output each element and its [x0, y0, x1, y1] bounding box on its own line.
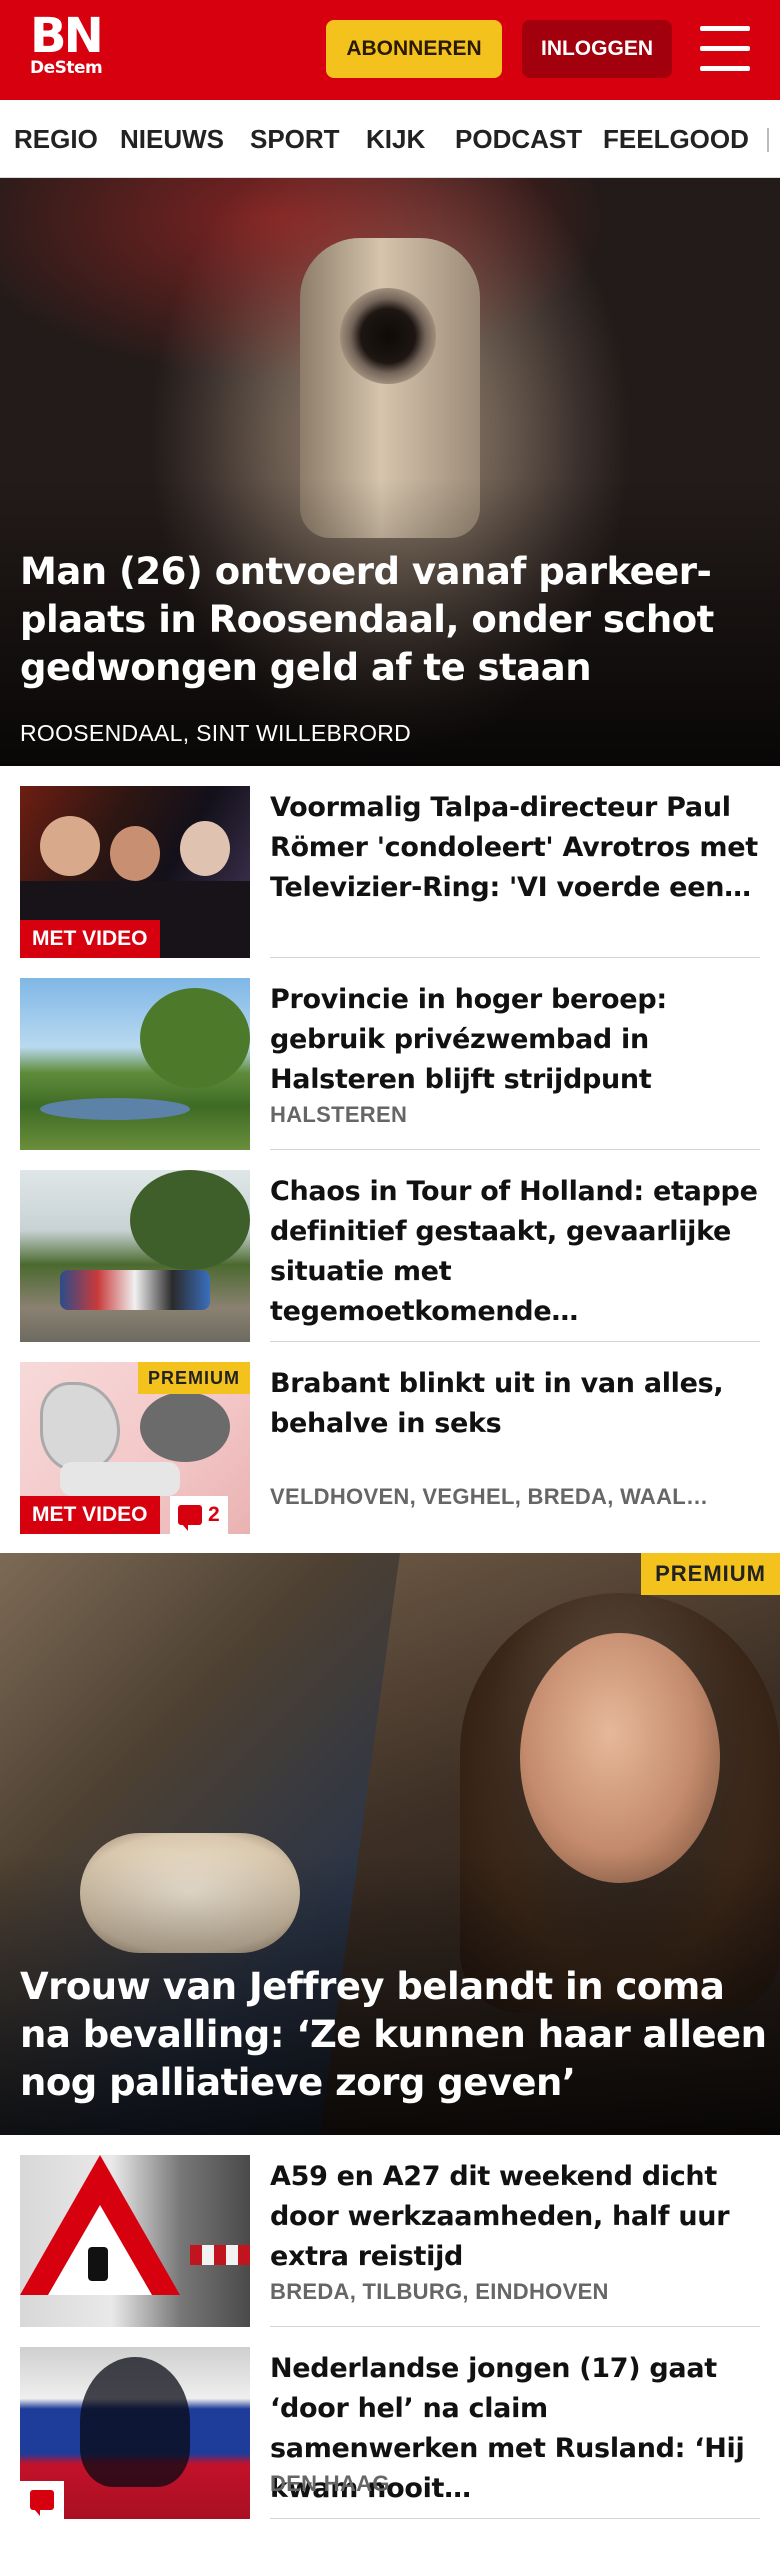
- list-item[interactable]: A59 en A27 dit weekend dicht door werkza…: [0, 2135, 780, 2327]
- video-badge: MET VIDEO: [20, 920, 160, 958]
- list-item[interactable]: MET VIDEO Voormalig Talpa-directeur Paul…: [0, 766, 780, 958]
- article-thumbnail[interactable]: PREMIUM MET VIDEO 2: [20, 1362, 250, 1534]
- hero-article[interactable]: Man (26) ontvoerd vanaf parkeer­plaats i…: [0, 178, 780, 766]
- nav-item-regio[interactable]: REGIO: [14, 124, 98, 155]
- article-location: BREDA, TILBURG, EINDHOVEN: [270, 2279, 609, 2304]
- premium-badge: PREMIUM: [641, 1553, 780, 1595]
- comments-badge[interactable]: 2: [170, 1496, 228, 1534]
- list-item[interactable]: Chaos in Tour of Holland: etappe definit…: [0, 1150, 780, 1342]
- article-title[interactable]: Provincie in hoger beroep: gebruik privé…: [270, 980, 760, 1100]
- hero-location: ROOSENDAAL, SINT WILLEBRORD: [20, 720, 412, 746]
- login-button[interactable]: INLOGGEN: [522, 20, 672, 78]
- nav-item-feelgood[interactable]: FEELGOOD: [603, 124, 749, 155]
- feature-article[interactable]: PREMIUM Vrouw van Jeffrey belandt in com…: [0, 1553, 780, 2135]
- nav-overflow-indicator: [767, 128, 769, 152]
- article-title[interactable]: A59 en A27 dit weekend dicht door werkza…: [270, 2157, 760, 2277]
- article-thumbnail[interactable]: [20, 2347, 250, 2519]
- logo-main-text: BN: [30, 8, 104, 64]
- comment-icon: [30, 2490, 54, 2516]
- nav-item-nieuws[interactable]: NIEUWS: [120, 124, 224, 155]
- subscribe-button[interactable]: ABONNEREN: [326, 20, 502, 78]
- article-thumbnail[interactable]: MET VIDEO: [20, 786, 250, 958]
- nav-item-kijk[interactable]: KIJK: [366, 124, 425, 155]
- divider: [270, 2518, 760, 2519]
- hero-title[interactable]: Man (26) ontvoerd vanaf parkeer­plaats i…: [20, 548, 720, 692]
- comments-badge[interactable]: [20, 2481, 64, 2519]
- nav-item-sport[interactable]: SPORT: [250, 124, 340, 155]
- article-thumbnail[interactable]: [20, 1170, 250, 1342]
- section-nav: REGIO NIEUWS SPORT KIJK PODCAST FEELGOOD: [0, 100, 780, 178]
- video-badge: MET VIDEO: [20, 1496, 160, 1534]
- article-location: DEN HAAG: [270, 2471, 390, 2496]
- article-location: VELDHOVEN, VEGHEL, BREDA, WAAL…: [270, 1484, 709, 1509]
- premium-badge: PREMIUM: [138, 1362, 250, 1394]
- list-item[interactable]: Nederlandse jongen (17) gaat ‘door hel’ …: [0, 2327, 780, 2519]
- site-header: BN DeStem ABONNEREN INLOGGEN: [0, 0, 780, 100]
- hero-image-muzzle: [340, 288, 436, 384]
- article-thumbnail[interactable]: [20, 978, 250, 1150]
- nav-item-podcast[interactable]: PODCAST: [455, 124, 582, 155]
- list-item[interactable]: PREMIUM MET VIDEO 2 Brabant blinkt uit i…: [0, 1342, 780, 1534]
- list-item[interactable]: Provincie in hoger beroep: gebruik privé…: [0, 958, 780, 1150]
- comment-icon: [178, 1505, 202, 1531]
- article-title[interactable]: Brabant blinkt uit in van alles, behalve…: [270, 1364, 760, 1444]
- logo-sub-text: DeStem: [30, 58, 103, 78]
- comment-count: 2: [208, 1503, 220, 1526]
- feature-title[interactable]: Vrouw van Jeffrey belandt in coma na bev…: [20, 1963, 770, 2107]
- hamburger-menu-icon[interactable]: [700, 26, 752, 72]
- article-title[interactable]: Chaos in Tour of Holland: etappe definit…: [270, 1172, 760, 1332]
- article-title[interactable]: Voormalig Talpa-directeur Paul Römer 'co…: [270, 788, 760, 908]
- feature-image-face: [520, 1633, 720, 1883]
- article-location: HALSTEREN: [270, 1102, 408, 1127]
- article-thumbnail[interactable]: [20, 2155, 250, 2327]
- site-logo[interactable]: BN DeStem: [30, 8, 110, 78]
